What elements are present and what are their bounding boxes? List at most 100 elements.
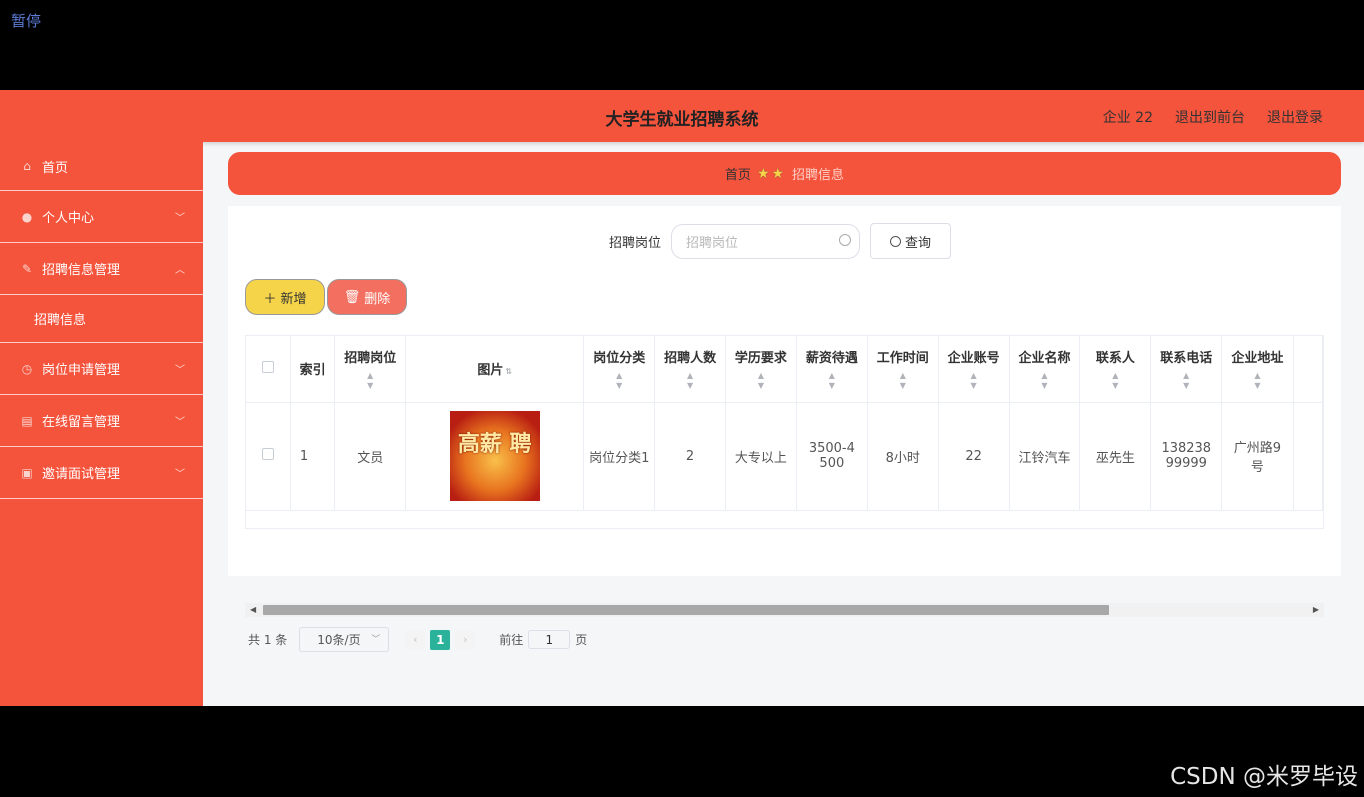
total-count: 共 1 条 xyxy=(248,633,288,647)
sort-icon[interactable]: ▲ ▼ xyxy=(584,371,654,391)
breadcrumb-home[interactable]: 首页 xyxy=(725,164,751,183)
sidebar-item-label: 招聘信息 xyxy=(34,313,87,328)
goto-suffix: 页 xyxy=(575,633,588,647)
cell-salary: 3500-4500 xyxy=(796,402,868,511)
trash-icon: 🗑 xyxy=(343,289,361,305)
sidebar-item-message-management[interactable]: ▤ 在线留言管理 ﹀ xyxy=(0,395,203,447)
column-header[interactable]: 联系电话 ▲ ▼ xyxy=(1150,336,1223,403)
column-header-label: 工作时间 xyxy=(876,350,929,366)
sort-icon[interactable]: ▲ ▼ xyxy=(655,371,725,391)
chevron-up-icon: ︿ xyxy=(175,265,185,276)
cell-count: 2 xyxy=(654,402,726,511)
prev-page-button[interactable]: ‹ xyxy=(405,629,426,650)
scroll-left-icon[interactable]: ◀ xyxy=(250,603,256,617)
search-input[interactable]: 招聘岗位 xyxy=(671,223,861,259)
sort-icon[interactable]: ▲ ▼ xyxy=(1080,371,1150,391)
sort-icon[interactable]: ▲ ▼ xyxy=(868,371,938,391)
clock-icon: ◷ xyxy=(21,361,33,376)
watermark: CSDN @米罗毕设 xyxy=(1170,764,1358,790)
column-header-label: 岗位分类 xyxy=(593,350,646,366)
cell-contact: 巫先生 xyxy=(1079,402,1152,511)
job-image[interactable]: 高薪 聘 xyxy=(449,411,540,501)
column-header-label: 企业账号 xyxy=(947,350,1000,366)
column-header[interactable]: 企业账号 ▲ ▼ xyxy=(938,336,1010,403)
chevron-right-icon: › xyxy=(463,633,468,646)
scrollbar-thumb[interactable] xyxy=(263,605,1109,615)
column-header[interactable]: 学历要求 ▲ ▼ xyxy=(725,336,797,403)
sidebar-subitem-recruitment-info[interactable]: 招聘信息 xyxy=(0,295,203,343)
sort-icon[interactable]: ▲ ▼ xyxy=(335,371,405,391)
logout-link[interactable]: 退出登录 xyxy=(1267,107,1323,127)
column-header[interactable]: 工作时间 ▲ ▼ xyxy=(867,336,939,403)
cell-address: 广州路9号 xyxy=(1221,402,1294,511)
chevron-down-icon: ﹀ xyxy=(175,469,185,480)
column-header-label: 学历要求 xyxy=(734,350,787,366)
column-header-label: 企业名称 xyxy=(1018,350,1071,366)
cell-company: 江铃汽车 xyxy=(1009,402,1081,511)
row-checkbox-cell[interactable] xyxy=(246,402,291,511)
edit-icon: ✎ xyxy=(21,261,33,276)
search-icon xyxy=(839,233,852,246)
cell-category: 岗位分类1 xyxy=(583,402,656,511)
cell-phone: 13823899999 xyxy=(1150,402,1223,511)
sidebar-item-label: 岗位申请管理 xyxy=(42,363,121,378)
select-all-checkbox-cell[interactable] xyxy=(246,336,291,403)
cell-account: 22 xyxy=(938,402,1010,511)
cell-index: 1 xyxy=(290,402,336,511)
column-header-overflow xyxy=(1293,336,1323,403)
query-button-label: 查询 xyxy=(905,235,932,251)
column-header[interactable]: 岗位分类 ▲ ▼ xyxy=(583,336,656,403)
sidebar-item-label: 在线留言管理 xyxy=(42,415,121,430)
goto-prefix: 前往 xyxy=(499,633,524,647)
sidebar-item-interview-management[interactable]: ▣ 邀请面试管理 ﹀ xyxy=(0,447,203,499)
sidebar-item-label: 邀请面试管理 xyxy=(42,467,121,482)
column-header[interactable]: 薪资待遇 ▲ ▼ xyxy=(796,336,868,403)
page-number-current[interactable]: 1 xyxy=(430,629,451,650)
row-checkbox[interactable] xyxy=(261,448,274,460)
sort-icon[interactable]: ▲ ▼ xyxy=(1151,371,1221,391)
chevron-down-icon: ﹀ xyxy=(175,213,185,224)
sort-icon[interactable]: ▲ ▼ xyxy=(1010,371,1080,391)
scroll-right-icon[interactable]: ▶ xyxy=(1313,603,1319,617)
query-button[interactable]: 查询 xyxy=(870,223,952,259)
delete-button[interactable]: 🗑 删除 xyxy=(327,279,407,315)
page-size-select[interactable]: 10条/页 ﹀ xyxy=(299,627,390,652)
column-header-label: 图片 xyxy=(477,363,504,379)
search-bar: 招聘岗位 招聘岗位 查询 xyxy=(609,223,952,259)
column-header[interactable]: 企业地址 ▲ ▼ xyxy=(1221,336,1294,403)
search-placeholder: 招聘岗位 xyxy=(686,235,739,251)
back-to-front-link[interactable]: 退出到前台 xyxy=(1175,107,1245,127)
column-header: 索引 xyxy=(290,336,336,403)
sidebar-item-home[interactable]: ⌂ 首页 xyxy=(0,142,203,191)
sidebar: ⌂ 首页 ● 个人中心 ﹀ ✎ 招聘信息管理 ︿ 招聘信息 ◷ 岗位申请管理 ﹀… xyxy=(0,142,203,706)
breadcrumb: 首页 ★★ 招聘信息 xyxy=(228,152,1341,195)
add-button-label: 新增 xyxy=(280,291,307,307)
horizontal-scrollbar[interactable]: ◀ ▶ xyxy=(245,603,1324,617)
column-header[interactable]: 图片 ⇅ xyxy=(405,336,585,403)
column-header[interactable]: 企业名称 ▲ ▼ xyxy=(1009,336,1081,403)
goto-page-input[interactable]: 1 xyxy=(528,630,571,649)
sort-icon[interactable]: ▲ ▼ xyxy=(797,371,867,391)
column-header[interactable]: 联系人 ▲ ▼ xyxy=(1079,336,1152,403)
cell-hours: 8小时 xyxy=(867,402,939,511)
next-page-button[interactable]: › xyxy=(455,629,476,650)
sidebar-item-label: 首页 xyxy=(42,160,69,176)
sidebar-item-personal-center[interactable]: ● 个人中心 ﹀ xyxy=(0,191,203,243)
add-button[interactable]: ＋ 新增 xyxy=(245,279,325,315)
page-size-value: 10条/页 xyxy=(317,633,361,647)
sidebar-item-application-management[interactable]: ◷ 岗位申请管理 ﹀ xyxy=(0,343,203,395)
sort-icon[interactable]: ▲ ▼ xyxy=(1222,371,1292,391)
data-table: 索引 招聘岗位 ▲ ▼ 图片 ⇅ 岗位分类 ▲ ▼ 招聘人数 ▲ ▼ 学历要求 ▲ ▼ 薪资待遇 ▲… xyxy=(245,335,1324,529)
column-header-label: 薪资待遇 xyxy=(805,350,858,366)
sort-icon[interactable]: ▲ ▼ xyxy=(939,371,1009,391)
plus-icon: ＋ xyxy=(263,291,277,307)
column-header[interactable]: 招聘岗位 ▲ ▼ xyxy=(334,336,407,403)
sort-icon[interactable]: ⇅ xyxy=(505,367,512,376)
chevron-down-icon: ﹀ xyxy=(371,635,381,645)
camera-icon: ▣ xyxy=(21,465,33,480)
pause-label[interactable]: 暂停 xyxy=(11,10,41,31)
column-header[interactable]: 招聘人数 ▲ ▼ xyxy=(654,336,726,403)
select-all-checkbox[interactable] xyxy=(261,360,274,373)
sidebar-item-recruitment-management[interactable]: ✎ 招聘信息管理 ︿ xyxy=(0,243,203,295)
sort-icon[interactable]: ▲ ▼ xyxy=(726,371,796,391)
